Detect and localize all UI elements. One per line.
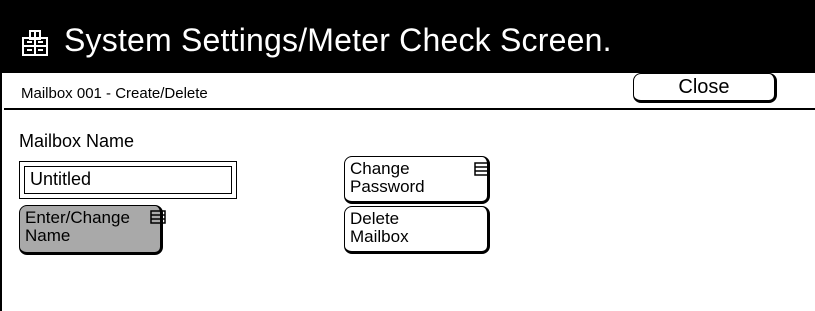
mailbox-name-value: Untitled [24, 166, 232, 194]
mailbox-heading: Mailbox 001 - Create/Delete [21, 85, 208, 102]
enter-change-name-button[interactable]: Enter/Change Name [19, 205, 166, 255]
delete-mailbox-label-line2: Mailbox [350, 227, 409, 246]
delete-mailbox-label-line1: Delete [350, 209, 400, 228]
enter-change-name-label-line1: Enter/Change [25, 208, 130, 227]
submenu-icon [474, 162, 490, 176]
submenu-icon [150, 210, 166, 224]
mailbox-name-field: Untitled [19, 161, 237, 199]
system-settings-icon [22, 30, 48, 56]
close-button[interactable]: Close [633, 73, 777, 103]
change-password-label-line2: Password [350, 177, 425, 196]
screen-frame: System Settings/Meter Check Screen. Mail… [0, 0, 815, 311]
mailbox-name-label: Mailbox Name [19, 131, 135, 151]
change-password-button[interactable]: Change Password [344, 156, 490, 204]
screen-title: System Settings/Meter Check Screen. [64, 22, 612, 58]
title-bar: System Settings/Meter Check Screen. [2, 0, 815, 73]
change-password-label-line1: Change [350, 159, 410, 178]
enter-change-name-label-line2: Name [25, 226, 71, 245]
delete-mailbox-button[interactable]: Delete Mailbox [344, 206, 490, 254]
